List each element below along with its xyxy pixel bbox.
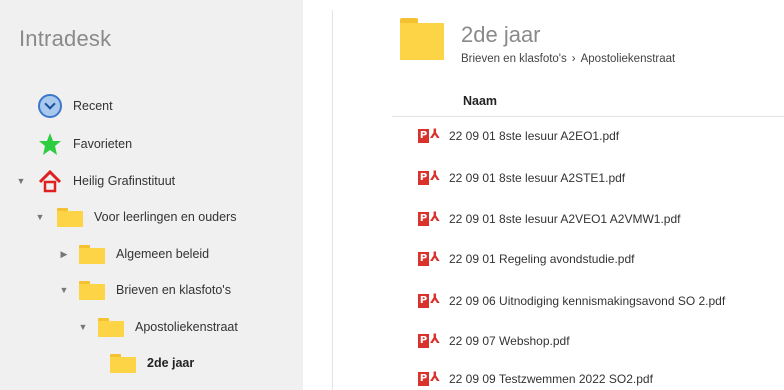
tree-item-label: 2de jaar: [147, 356, 195, 370]
pdf-icon: P ⅄: [418, 126, 440, 143]
breadcrumb-item[interactable]: Apostoliekenstraat: [581, 53, 676, 65]
expand-triangle-icon[interactable]: ▼: [14, 176, 28, 186]
tree-item-voor-leerlingen[interactable]: ▼ Voor leerlingen en ouders: [33, 202, 236, 232]
nav-recent-label: Recent: [73, 99, 113, 113]
tree-item-apostoliekenstraat[interactable]: ▼ Apostoliekenstraat: [76, 312, 238, 342]
collapse-triangle-icon[interactable]: ▶: [57, 249, 71, 260]
file-row[interactable]: P ⅄ 22 09 01 8ste lesuur A2EO1.pdf: [392, 117, 784, 155]
folder-icon: [79, 280, 105, 300]
folder-icon: [98, 317, 124, 337]
pdf-icon: P ⅄: [418, 249, 440, 266]
file-row[interactable]: P ⅄ 22 09 06 Uitnodiging kennismakingsavo…: [392, 282, 784, 320]
column-header-name[interactable]: Naam: [463, 94, 497, 108]
pdf-icon: P ⅄: [418, 168, 440, 185]
file-name: 22 09 01 Regeling avondstudie.pdf: [449, 252, 635, 266]
sidebar: Intradesk Recent Favorieten ▼ Heilig Gra…: [0, 0, 303, 390]
file-name: 22 09 01 8ste lesuur A2EO1.pdf: [449, 129, 620, 143]
folder-icon: [400, 18, 444, 60]
page-title: 2de jaar: [461, 22, 541, 47]
pdf-icon: P ⅄: [418, 331, 440, 348]
tree-item-label: Brieven en klasfoto's: [116, 283, 231, 297]
file-row[interactable]: P ⅄ 22 09 01 Regeling avondstudie.pdf: [392, 240, 784, 278]
file-row[interactable]: P ⅄ 22 09 09 Testzwemmen 2022 SO2.pdf: [392, 360, 784, 390]
breadcrumb-separator: ›: [571, 53, 576, 65]
file-name: 22 09 01 8ste lesuur A2STE1.pdf: [449, 171, 626, 185]
folder-icon: [110, 353, 136, 373]
panel-divider: [332, 10, 333, 390]
folder-icon: [79, 244, 105, 264]
tree-item-algemeen-beleid[interactable]: ▶ Algemeen beleid: [57, 239, 209, 269]
folder-icon: [57, 207, 83, 227]
clock-icon: [38, 94, 62, 118]
pdf-icon: P ⅄: [418, 369, 440, 386]
file-name: 22 09 06 Uitnodiging kennismakingsavond …: [449, 294, 726, 308]
tree-item-heilig-grafinstituut[interactable]: ▼ Heilig Grafinstituut: [14, 166, 175, 196]
expand-triangle-icon[interactable]: ▼: [57, 285, 71, 295]
home-icon: [38, 169, 62, 193]
tree-item-label: Heilig Grafinstituut: [73, 174, 176, 188]
nav-favorites[interactable]: Favorieten: [38, 129, 132, 159]
tree-item-2de-jaar[interactable]: 2de jaar: [110, 348, 194, 378]
file-name: 22 09 07 Webshop.pdf: [449, 334, 570, 348]
file-name: 22 09 01 8ste lesuur A2VEO1 A2VMW1.pdf: [449, 212, 681, 226]
file-row[interactable]: P ⅄ 22 09 07 Webshop.pdf: [392, 322, 784, 360]
tree-item-brieven[interactable]: ▼ Brieven en klasfoto's: [57, 275, 231, 305]
breadcrumb-item[interactable]: Brieven en klasfoto's: [461, 53, 567, 65]
nav-recent[interactable]: Recent: [38, 91, 113, 121]
file-name: 22 09 09 Testzwemmen 2022 SO2.pdf: [449, 372, 653, 386]
pdf-icon: P ⅄: [418, 209, 440, 226]
app-title: Intradesk: [19, 26, 112, 51]
file-row[interactable]: P ⅄ 22 09 01 8ste lesuur A2VEO1 A2VMW1.pd…: [392, 200, 784, 238]
pdf-icon: P ⅄: [418, 291, 440, 308]
tree-item-label: Apostoliekenstraat: [135, 320, 238, 334]
file-row[interactable]: P ⅄ 22 09 01 8ste lesuur A2STE1.pdf: [392, 159, 784, 197]
nav-favorites-label: Favorieten: [73, 137, 133, 151]
tree-item-label: Algemeen beleid: [116, 247, 210, 261]
breadcrumb: Brieven en klasfoto's › Apostoliekenstra…: [461, 53, 675, 65]
tree-item-label: Voor leerlingen en ouders: [94, 210, 237, 224]
star-icon: [38, 132, 62, 156]
expand-triangle-icon[interactable]: ▼: [76, 322, 90, 332]
expand-triangle-icon[interactable]: ▼: [33, 212, 47, 222]
